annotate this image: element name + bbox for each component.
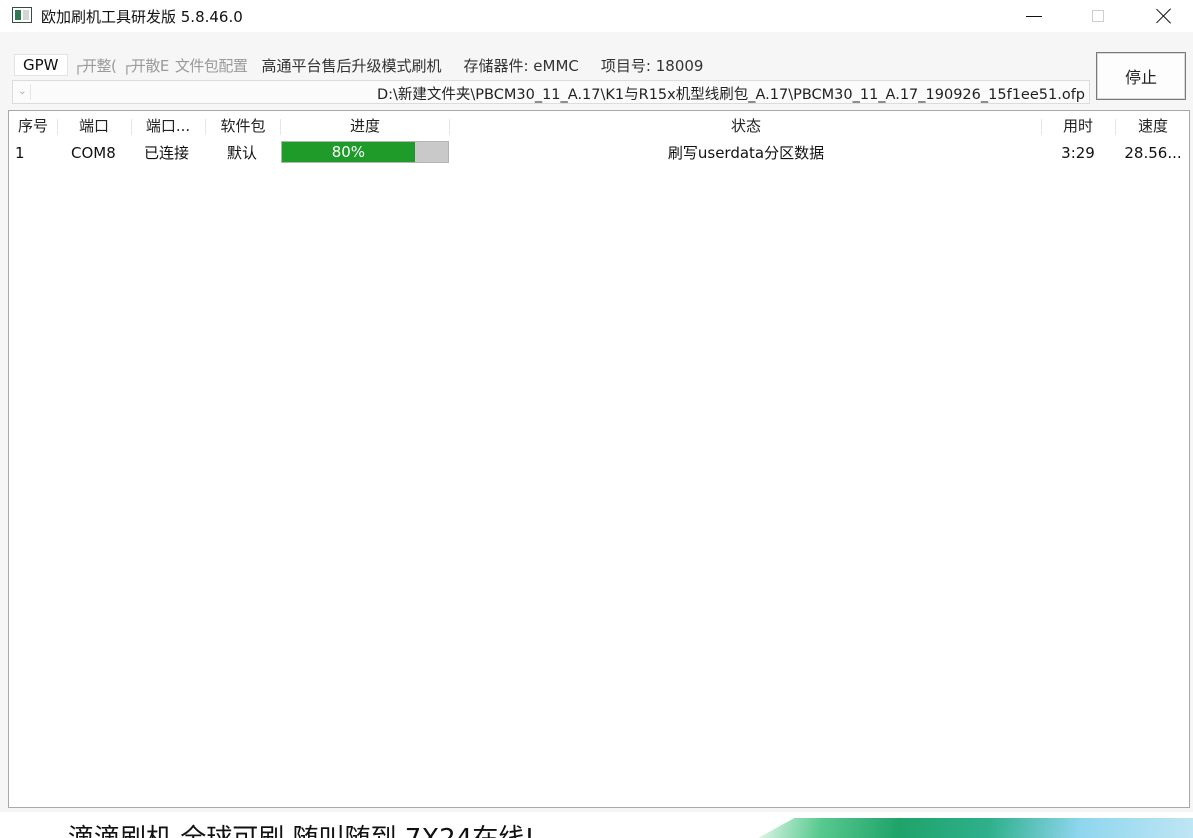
header-divider[interactable]: [449, 119, 450, 135]
maximize-button[interactable]: [1068, 0, 1128, 32]
header-index[interactable]: 序号: [13, 115, 53, 137]
stop-button[interactable]: 停止: [1096, 52, 1186, 100]
project-info: 项目号: 18009: [601, 55, 704, 76]
row-port-status: 已连接: [144, 144, 190, 162]
package-path-field[interactable]: ⌄ D:\新建文件夹\PBCM30_11_A.17\K1与R15x机型线刷包_A…: [12, 80, 1090, 104]
chevron-down-icon[interactable]: ⌄: [15, 84, 31, 100]
header-progress[interactable]: 进度: [283, 115, 447, 137]
header-divider[interactable]: [131, 119, 132, 135]
tab-package-config[interactable]: 文件包配置: [175, 55, 248, 76]
close-button[interactable]: [1134, 0, 1193, 32]
storage-label: 存储器件:: [463, 56, 529, 75]
app-icon: [12, 7, 32, 23]
title-bar: 欧加刷机工具研发版 5.8.46.0: [0, 0, 1193, 32]
header-speed[interactable]: 速度: [1117, 115, 1189, 137]
progress-label: 80%: [331, 143, 366, 161]
row-elapsed: 3:29: [1061, 144, 1095, 162]
row-index: 1: [15, 144, 25, 162]
header-divider[interactable]: [1041, 119, 1042, 135]
tab-open-full[interactable]: ┌开整(: [74, 55, 117, 76]
storage-info: 存储器件: eMMC: [463, 55, 578, 76]
ad-banner[interactable]: 滴滴刷机 全球可刷 随叫随到 7X24在线!: [0, 812, 1193, 838]
header-package[interactable]: 软件包: [209, 115, 277, 137]
header-divider[interactable]: [205, 119, 206, 135]
header-divider[interactable]: [57, 119, 58, 135]
header-divider[interactable]: [280, 119, 281, 135]
header-divider[interactable]: [1115, 119, 1116, 135]
project-label: 项目号:: [600, 56, 651, 75]
minimize-button[interactable]: [1004, 0, 1064, 32]
row-status: 刷写userdata分区数据: [667, 144, 825, 162]
table-row[interactable]: 1 COM8 已连接 默认 刷写userdata分区数据 3:29 28.56.…: [9, 141, 1189, 165]
window-title: 欧加刷机工具研发版 5.8.46.0: [41, 8, 243, 26]
close-icon: [1156, 8, 1172, 24]
row-package: 默认: [227, 144, 258, 162]
flash-mode-label: 高通平台售后升级模式刷机: [261, 56, 442, 75]
tab-gpw[interactable]: GPW: [14, 54, 68, 76]
header-port[interactable]: 端口: [61, 115, 127, 137]
header-status[interactable]: 状态: [453, 115, 1039, 137]
toolbar: GPW ┌开整( ┌开散E 文件包配置 高通平台售后升级模式刷机 存储器件: e…: [10, 50, 1090, 80]
header-elapsed[interactable]: 用时: [1045, 115, 1111, 137]
maximize-icon: [1092, 10, 1104, 22]
header-port-status[interactable]: 端口...: [135, 115, 201, 137]
progress-bar: 80%: [281, 141, 449, 163]
minimize-icon: [1026, 15, 1042, 17]
package-path-text: D:\新建文件夹\PBCM30_11_A.17\K1与R15x机型线刷包_A.1…: [376, 87, 1085, 103]
tab-open-scatter[interactable]: ┌开散E: [122, 55, 169, 76]
project-value: 18009: [655, 56, 704, 75]
storage-value: eMMC: [533, 56, 579, 75]
list-header: 序号 端口 端口... 软件包 进度 状态 用时 速度: [9, 115, 1189, 137]
row-port: COM8: [71, 144, 116, 162]
row-speed: 28.56...: [1124, 144, 1182, 162]
device-list[interactable]: 序号 端口 端口... 软件包 进度 状态 用时 速度 1 COM8 已连接 默…: [8, 110, 1190, 808]
banner-text: 滴滴刷机 全球可刷 随叫随到 7X24在线!: [68, 826, 535, 838]
banner-graphic: [758, 818, 1193, 838]
